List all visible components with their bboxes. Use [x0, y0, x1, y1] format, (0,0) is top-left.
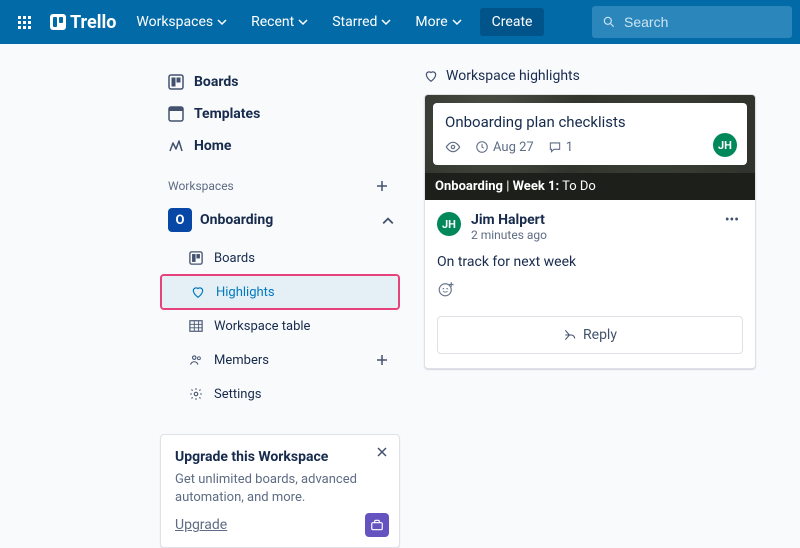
- sub-highlights-label: Highlights: [216, 285, 275, 300]
- comment-time: 2 minutes ago: [471, 228, 711, 242]
- workspace-toggle[interactable]: O Onboarding: [160, 202, 400, 238]
- sidebar-templates-label: Templates: [194, 106, 260, 122]
- card-location[interactable]: Onboarding | Week 1: To Do: [425, 173, 755, 200]
- close-icon[interactable]: [375, 445, 389, 463]
- card-preview[interactable]: Onboarding plan checklists Aug 27 1 JH: [433, 103, 747, 165]
- comment-avatar[interactable]: JH: [437, 212, 461, 236]
- members-icon: [188, 352, 204, 368]
- nav-workspaces[interactable]: Workspaces: [126, 8, 237, 36]
- chevron-down-icon: [381, 17, 391, 27]
- highlights-heading-label: Workspace highlights: [446, 68, 580, 84]
- trello-icon: [50, 14, 66, 30]
- apps-grid-icon: [18, 16, 31, 29]
- chevron-down-icon: [298, 17, 308, 27]
- heart-icon: [424, 69, 438, 83]
- comment-menu-button[interactable]: •••: [721, 212, 743, 228]
- table-icon: [188, 318, 204, 334]
- highlights-heading: Workspace highlights: [424, 68, 756, 84]
- due-date: Aug 27: [493, 140, 534, 155]
- nav-more[interactable]: More: [405, 8, 471, 36]
- workspace-name: Onboarding: [200, 212, 374, 228]
- upgrade-box: Upgrade this Workspace Get unlimited boa…: [160, 434, 400, 548]
- boards-icon: [188, 250, 204, 266]
- upgrade-title: Upgrade this Workspace: [175, 449, 385, 465]
- nav-recent-label: Recent: [251, 14, 294, 30]
- chevron-down-icon: [217, 17, 227, 27]
- comment-count: 1: [566, 140, 573, 155]
- comment-body: On track for next week: [425, 254, 755, 280]
- add-workspace-button[interactable]: [372, 176, 392, 196]
- add-reaction-button[interactable]: [425, 280, 755, 316]
- sub-highlights[interactable]: Highlights: [162, 276, 398, 308]
- sub-boards[interactable]: Boards: [160, 242, 400, 274]
- card-title: Onboarding plan checklists: [445, 113, 735, 131]
- sidebar-templates[interactable]: Templates: [160, 100, 400, 128]
- main-content: Workspace highlights Onboarding plan che…: [400, 68, 780, 548]
- sub-members-label: Members: [214, 353, 269, 368]
- nav-workspaces-label: Workspaces: [136, 14, 213, 30]
- home-icon: [168, 138, 184, 154]
- nav-more-label: More: [415, 14, 447, 30]
- card-status: To Do: [562, 179, 596, 194]
- search-box[interactable]: [592, 6, 792, 38]
- highlight-card: Onboarding plan checklists Aug 27 1 JH: [424, 94, 756, 369]
- gear-icon: [188, 386, 204, 402]
- nav-starred-label: Starred: [332, 14, 377, 30]
- nav-left: Trello Workspaces Recent Starred More Cr…: [8, 6, 544, 38]
- workspaces-label: Workspaces: [168, 179, 234, 193]
- sidebar-home[interactable]: Home: [160, 132, 400, 160]
- workspaces-heading: Workspaces: [160, 164, 400, 202]
- top-navbar: Trello Workspaces Recent Starred More Cr…: [0, 0, 800, 44]
- card-board-name: Onboarding: [435, 179, 503, 194]
- reply-label: Reply: [583, 327, 617, 343]
- create-label: Create: [492, 14, 533, 30]
- sidebar: Boards Templates Home Workspaces O Onboa…: [160, 68, 400, 548]
- app-switcher-button[interactable]: [8, 6, 40, 38]
- upgrade-desc: Get unlimited boards, advanced automatio…: [175, 471, 385, 507]
- create-button[interactable]: Create: [480, 8, 545, 36]
- heart-icon: [190, 284, 206, 300]
- clock-icon: [475, 140, 489, 154]
- chevron-down-icon: [452, 17, 462, 27]
- nav-recent[interactable]: Recent: [241, 8, 318, 36]
- card-list-name: Week 1:: [513, 179, 560, 194]
- comment-icon: [548, 140, 562, 154]
- member-avatar[interactable]: JH: [713, 133, 737, 157]
- reply-button[interactable]: Reply: [437, 316, 743, 354]
- add-member-button[interactable]: [372, 350, 392, 370]
- sub-members[interactable]: Members: [160, 342, 400, 378]
- sidebar-home-label: Home: [194, 138, 231, 154]
- sub-table-label: Workspace table: [214, 319, 310, 334]
- reply-icon: [563, 328, 577, 342]
- nav-starred[interactable]: Starred: [322, 8, 401, 36]
- comments-badge: 1: [548, 140, 573, 155]
- comment-meta: Jim Halpert 2 minutes ago: [471, 212, 711, 242]
- sidebar-boards[interactable]: Boards: [160, 68, 400, 96]
- comment-author: Jim Halpert: [471, 212, 711, 228]
- search-input[interactable]: [624, 14, 782, 30]
- workspace-avatar: O: [168, 208, 192, 232]
- due-badge: Aug 27: [475, 140, 534, 155]
- chevron-up-icon: [382, 215, 392, 225]
- sidebar-boards-label: Boards: [194, 74, 238, 90]
- sub-boards-label: Boards: [214, 251, 255, 266]
- search-icon: [602, 15, 616, 29]
- comment-header: JH Jim Halpert 2 minutes ago •••: [425, 200, 755, 254]
- brand-text: Trello: [70, 12, 116, 33]
- templates-icon: [168, 106, 184, 122]
- upgrade-link[interactable]: Upgrade: [175, 517, 227, 533]
- reaction-icon: [437, 280, 455, 298]
- card-cover: Onboarding plan checklists Aug 27 1 JH: [425, 95, 755, 173]
- sub-settings-label: Settings: [214, 387, 261, 402]
- workspace-submenu: Boards Highlights Workspace table Member…: [160, 242, 400, 410]
- brand-logo[interactable]: Trello: [44, 12, 122, 33]
- sub-settings[interactable]: Settings: [160, 378, 400, 410]
- sub-table[interactable]: Workspace table: [160, 310, 400, 342]
- boards-icon: [168, 74, 184, 90]
- watch-icon: [445, 139, 461, 155]
- card-badges: Aug 27 1: [445, 139, 735, 155]
- briefcase-icon: [365, 513, 389, 537]
